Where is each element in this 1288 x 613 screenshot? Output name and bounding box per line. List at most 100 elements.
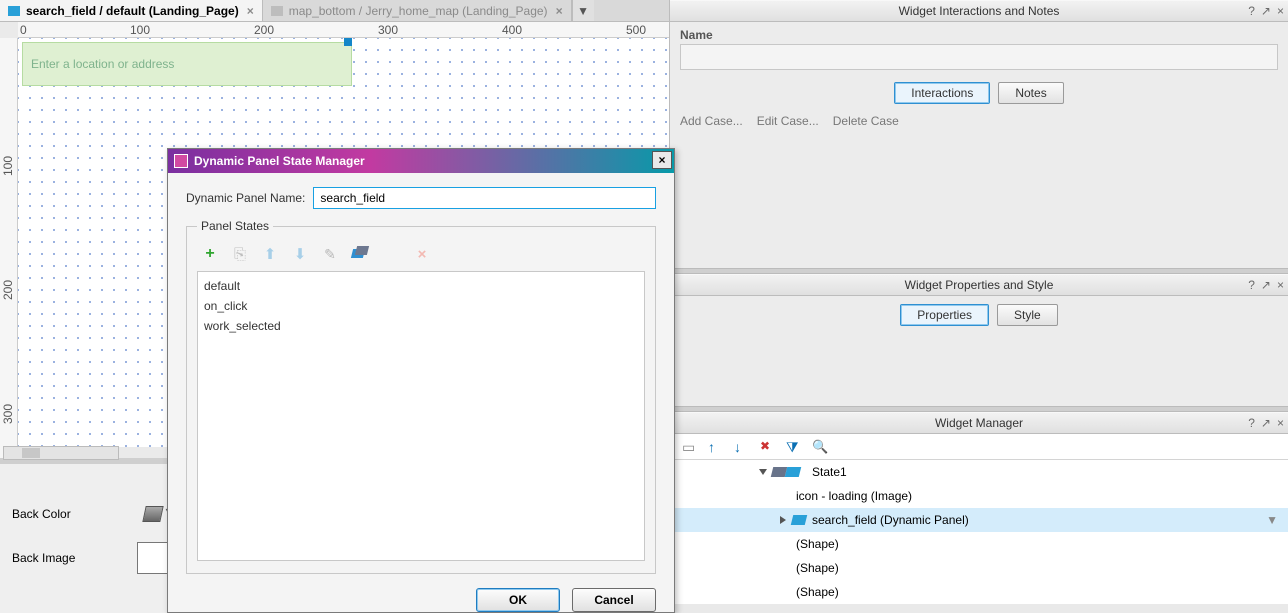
chevron-right-icon[interactable] xyxy=(780,516,786,524)
tree-label: icon - loading (Image) xyxy=(796,489,912,503)
filter-icon[interactable] xyxy=(786,439,802,455)
dropdown-icon[interactable]: ▼ xyxy=(1266,513,1278,527)
search-placeholder: Enter a location or address xyxy=(31,57,174,71)
panel-interactions-body: Name Interactions Notes Add Case... Edit… xyxy=(670,22,1288,268)
panel-icon xyxy=(8,6,20,16)
name-label: Name xyxy=(670,22,1288,44)
ruler-tick-label: 100 xyxy=(1,156,15,176)
move-state-down-icon[interactable] xyxy=(291,245,309,263)
dialog-body: Dynamic Panel Name: Panel States + × def… xyxy=(168,173,674,588)
expand-icon[interactable]: ↗ xyxy=(1261,416,1271,430)
edit-state-icon[interactable] xyxy=(321,245,339,263)
panel-icon xyxy=(271,6,283,16)
tree-label: State1 xyxy=(812,465,847,479)
tab-interactions[interactable]: Interactions xyxy=(894,82,990,104)
dynamic-panel-icon xyxy=(791,515,807,525)
right-inspector: Widget Interactions and Notes ? ↗ × Name… xyxy=(670,0,1288,613)
expand-icon[interactable]: ↗ xyxy=(1261,4,1271,18)
move-down-icon[interactable] xyxy=(734,439,750,455)
ok-button[interactable]: OK xyxy=(476,588,560,612)
add-case-link[interactable]: Add Case... xyxy=(680,114,743,128)
ruler-horizontal: 0 100 200 300 400 500 xyxy=(18,22,669,38)
image-swatch[interactable] xyxy=(137,542,169,574)
states-listbox[interactable]: default on_click work_selected xyxy=(197,271,645,561)
panel-title: Widget Interactions and Notes xyxy=(899,4,1060,18)
delete-state-icon[interactable]: × xyxy=(413,245,431,263)
close-icon[interactable]: × xyxy=(247,4,254,18)
expand-icon[interactable]: ↗ xyxy=(1261,278,1271,292)
delete-case-link[interactable]: Delete Case xyxy=(833,114,899,128)
tree-row[interactable]: icon - loading (Image) xyxy=(670,484,1288,508)
panel-states-fieldset: Panel States + × default on_click work_s… xyxy=(186,219,656,574)
edit-case-link[interactable]: Edit Case... xyxy=(757,114,819,128)
fill-picker-icon[interactable] xyxy=(141,504,169,524)
tab-style[interactable]: Style xyxy=(997,304,1058,326)
ruler-tick-label: 0 xyxy=(20,23,27,37)
ruler-tick-label: 400 xyxy=(502,23,522,37)
state-item[interactable]: work_selected xyxy=(204,316,638,336)
tab-label: map_bottom / Jerry_home_map (Landing_Pag… xyxy=(289,4,548,18)
back-color-label: Back Color xyxy=(12,507,71,521)
edit-all-states-icon[interactable] xyxy=(351,245,369,263)
state-item[interactable]: on_click xyxy=(204,296,638,316)
close-icon[interactable]: × xyxy=(1277,416,1284,430)
panel-title: Widget Properties and Style xyxy=(905,278,1054,292)
tree-row[interactable]: (Shape) xyxy=(670,580,1288,604)
tree-row[interactable]: (Shape) xyxy=(670,532,1288,556)
state-item[interactable]: default xyxy=(204,276,638,296)
tab-properties[interactable]: Properties xyxy=(900,304,989,326)
close-icon[interactable]: × xyxy=(556,4,563,18)
tab-search-field[interactable]: search_field / default (Landing_Page) × xyxy=(0,0,263,21)
tree-row[interactable]: (Shape) xyxy=(670,556,1288,580)
tree-label: search_field (Dynamic Panel) xyxy=(812,513,969,527)
page-icon[interactable] xyxy=(682,439,698,455)
move-state-up-icon[interactable] xyxy=(261,245,279,263)
panel-states-legend: Panel States xyxy=(197,219,273,233)
document-tab-bar: search_field / default (Landing_Page) × … xyxy=(0,0,669,22)
add-state-icon[interactable]: + xyxy=(201,245,219,263)
cancel-button[interactable]: Cancel xyxy=(572,588,656,612)
app-logo-icon xyxy=(174,154,188,168)
move-up-icon[interactable] xyxy=(708,439,724,455)
help-icon[interactable]: ? xyxy=(1248,416,1255,430)
close-icon[interactable]: × xyxy=(1277,278,1284,292)
tree-label: (Shape) xyxy=(796,585,839,599)
panel-header-widget-manager: Widget Manager ? ↗ × xyxy=(670,412,1288,434)
states-toolbar: + × xyxy=(197,241,645,271)
panel-header-interactions: Widget Interactions and Notes ? ↗ × xyxy=(670,0,1288,22)
tree-label: (Shape) xyxy=(796,561,839,575)
tab-label: search_field / default (Landing_Page) xyxy=(26,4,239,18)
search-icon[interactable] xyxy=(812,439,828,455)
selection-handle[interactable] xyxy=(344,38,352,46)
panel-name-input[interactable] xyxy=(313,187,656,209)
ruler-tick-label: 300 xyxy=(378,23,398,37)
widget-tree: State1 icon - loading (Image) search_fie… xyxy=(670,460,1288,604)
widget-manager-toolbar xyxy=(670,434,1288,460)
ruler-tick-label: 500 xyxy=(626,23,646,37)
widget-name-input[interactable] xyxy=(680,44,1278,70)
tab-map-bottom[interactable]: map_bottom / Jerry_home_map (Landing_Pag… xyxy=(263,0,572,21)
dialog-title-bar[interactable]: Dynamic Panel State Manager × xyxy=(168,149,674,173)
scroll-thumb[interactable] xyxy=(22,448,40,458)
horizontal-scrollbar[interactable] xyxy=(3,446,119,460)
help-icon[interactable]: ? xyxy=(1248,278,1255,292)
duplicate-state-icon[interactable] xyxy=(231,245,249,263)
tab-notes[interactable]: Notes xyxy=(998,82,1063,104)
close-icon[interactable]: × xyxy=(1277,4,1284,18)
panel-header-properties: Widget Properties and Style ? ↗ × xyxy=(670,274,1288,296)
ruler-tick-label: 200 xyxy=(1,280,15,300)
tree-state-row[interactable]: State1 xyxy=(670,460,1288,484)
panel-properties-body: Properties Style xyxy=(670,296,1288,406)
search-field-widget[interactable]: Enter a location or address xyxy=(22,42,352,86)
panel-title: Widget Manager xyxy=(935,416,1023,430)
help-icon[interactable]: ? xyxy=(1248,4,1255,18)
dialog-title: Dynamic Panel State Manager xyxy=(194,154,365,168)
delete-icon[interactable] xyxy=(760,439,776,455)
chevron-down-icon[interactable] xyxy=(759,469,767,475)
tree-row-selected[interactable]: search_field (Dynamic Panel) ▼ xyxy=(670,508,1288,532)
tab-scroll-button[interactable]: ▼ xyxy=(572,0,594,21)
dialog-close-button[interactable]: × xyxy=(652,151,672,169)
ruler-vertical: 100 200 300 xyxy=(0,38,18,458)
back-image-label: Back Image xyxy=(12,551,75,565)
state-icon xyxy=(785,467,801,477)
